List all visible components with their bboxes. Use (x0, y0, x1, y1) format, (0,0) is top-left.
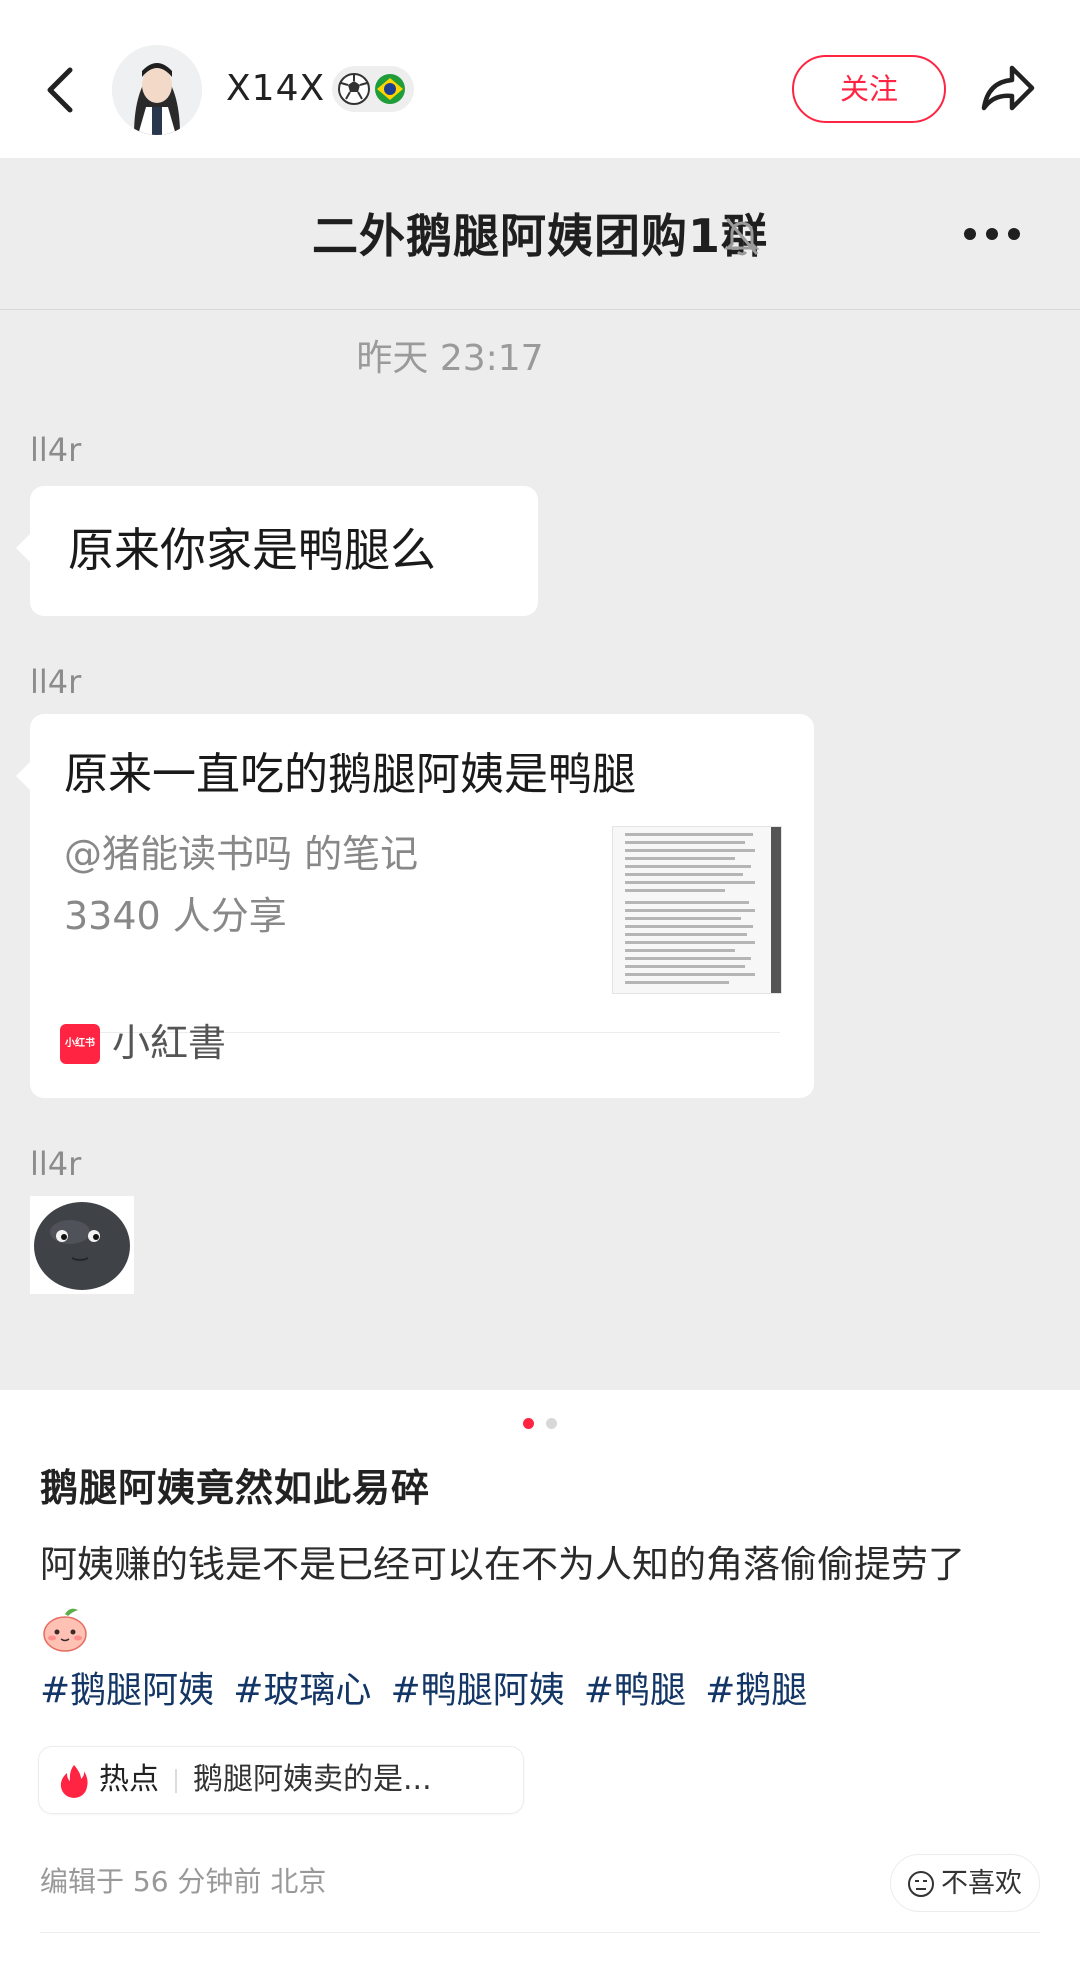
avatar-image (112, 45, 202, 135)
chat-timestamp: 昨天 23:17 (356, 338, 544, 379)
xiaohongshu-logo-icon: 小红书 (60, 1024, 100, 1064)
card-title: 原来一直吃的鹅腿阿姨是鸭腿 (64, 749, 636, 800)
message-sender: ll4r (30, 663, 82, 701)
message-sender: ll4r (30, 431, 82, 469)
card-author-line: @猪能读书吗 的笔记 (64, 832, 419, 876)
hashtag[interactable]: #鸭腿阿姨 (391, 1662, 565, 1720)
hashtag[interactable]: #玻璃心 (233, 1662, 371, 1720)
card-app-name: 小紅書 (112, 1021, 227, 1065)
chat-header: 二外鹅腿阿姨团购1群 (0, 158, 1080, 310)
chevron-left-icon (47, 67, 73, 113)
share-arrow-icon (981, 65, 1035, 111)
hashtag-list: #鹅腿阿姨 #玻璃心 #鸭腿阿姨 #鸭腿 #鹅腿 (40, 1662, 821, 1722)
peach-face-emoji-icon (43, 1608, 87, 1652)
carousel-dot-active (523, 1418, 535, 1429)
hashtag[interactable]: #鹅腿 (705, 1662, 807, 1720)
hot-label: 热点 (99, 1762, 159, 1797)
mute-bell-icon (724, 218, 760, 256)
dislike-button[interactable]: 不喜欢 (890, 1854, 1040, 1912)
hot-separator (175, 1769, 177, 1793)
shared-note-card: 原来一直吃的鹅腿阿姨是鸭腿 @猪能读书吗 的笔记 3340 人分享 小红书 小紅… (16, 714, 814, 1098)
post-image[interactable]: 二外鹅腿阿姨团购1群 昨天 23:17 ll4r 原来你家是鸭腿么 ll4r 原… (0, 158, 1080, 1390)
message-bubble: 原来你家是鸭腿么 (16, 486, 538, 616)
card-share-count: 3340 人分享 (64, 894, 287, 938)
hot-topic-link[interactable]: 热点 鹅腿阿姨卖的是... (38, 1746, 524, 1814)
carousel-dot (545, 1418, 557, 1429)
back-button[interactable] (38, 60, 84, 120)
message-sender: ll4r (30, 1145, 82, 1183)
follow-button[interactable]: 关注 (792, 55, 946, 123)
neutral-face-icon (908, 1871, 934, 1897)
hot-topic-text: 鹅腿阿姨卖的是... (193, 1762, 432, 1797)
dislike-label: 不喜欢 (941, 1868, 1022, 1899)
hashtag[interactable]: #鸭腿 (584, 1662, 686, 1720)
flame-icon (60, 1765, 88, 1798)
bottom-divider (40, 1932, 1040, 1933)
brazil-flag-icon (375, 74, 405, 104)
dark-moon-face-sticker (30, 1196, 134, 1294)
carousel-indicator (0, 1414, 1080, 1429)
post-content: 阿姨赚的钱是不是已经可以在不为人知的角落偷偷提劳了 (40, 1543, 965, 1586)
author-name[interactable]: X14X (226, 64, 325, 114)
message-text: 原来你家是鸭腿么 (68, 523, 436, 577)
author-badge (332, 66, 414, 112)
post-title: 鹅腿阿姨竟然如此易碎 (40, 1466, 431, 1510)
share-button[interactable] (978, 60, 1038, 116)
top-bar: X14X 关注 (0, 0, 1080, 158)
chat-title: 二外鹅腿阿姨团购1群 (311, 209, 768, 263)
post-meta: 编辑于 56 分钟前 北京 (40, 1865, 327, 1898)
author-avatar[interactable] (112, 45, 202, 135)
hashtag[interactable]: #鹅腿阿姨 (40, 1662, 214, 1720)
more-dots-icon (964, 228, 1020, 240)
soccer-ball-icon (338, 73, 370, 105)
card-thumbnail (612, 826, 782, 994)
